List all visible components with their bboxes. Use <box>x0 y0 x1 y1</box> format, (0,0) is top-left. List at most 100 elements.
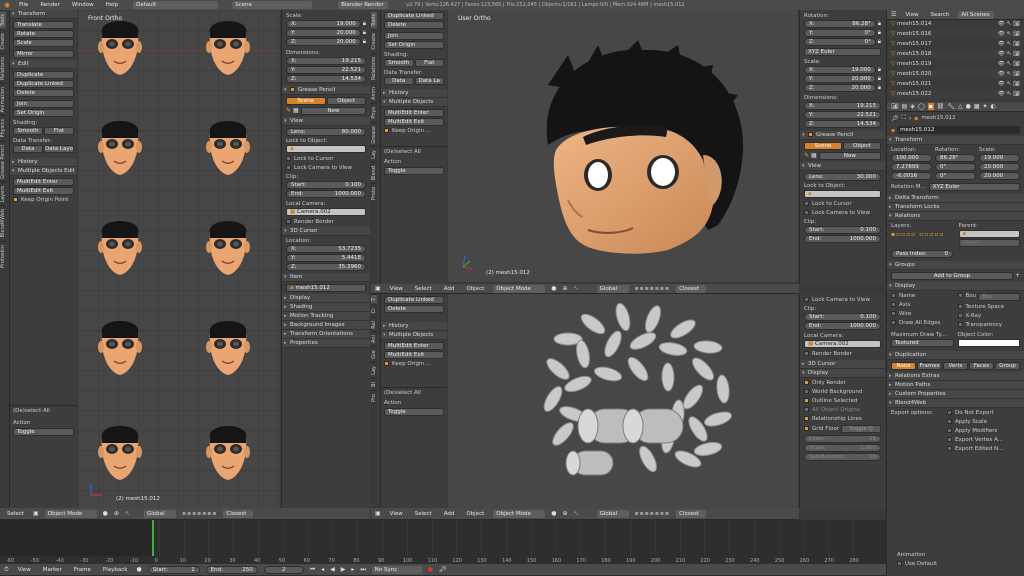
dup-faces-tab[interactable]: Faces <box>969 362 994 370</box>
outline-selected-checkbox[interactable]: Outline Selected <box>804 398 881 404</box>
scale-button[interactable]: Scale <box>13 39 74 47</box>
snap-selector[interactable]: Closest <box>223 509 254 518</box>
snap-selector[interactable]: Closest <box>676 509 707 518</box>
constraints-tab-icon[interactable]: ⛓︎ <box>937 103 945 110</box>
outliner-row[interactable]: ▽ mesh15.019 👁︎ ↖ 📷︎ <box>887 60 1024 68</box>
relationship-lines-checkbox[interactable]: Relationship Lines <box>804 416 881 422</box>
tab-blend4web[interactable]: Blend4Web <box>0 205 6 241</box>
front-viewport[interactable]: Front Ortho (2) mesh15.012 <box>78 10 280 508</box>
tab-protoskin[interactable]: Pro <box>371 389 377 405</box>
tab-blend4web[interactable]: Blend <box>371 162 377 184</box>
physics-tab-icon[interactable]: ◐ <box>991 103 996 110</box>
clip-start-field[interactable]: Start: 0.100 <box>804 226 881 234</box>
pencil-icon[interactable]: ✎ <box>804 152 809 160</box>
dimensions-z-field[interactable]: Z: 14.534 <box>286 75 366 83</box>
visibility-icon[interactable]: 👁︎ ↖ 📷︎ <box>998 80 1020 88</box>
view-type-icon[interactable]: ▣ <box>375 510 381 517</box>
history-panel-title[interactable]: History <box>10 158 77 167</box>
parent-type-dropdown[interactable]: Object <box>958 239 1020 247</box>
motion-paths-panel-title[interactable]: Motion Paths <box>887 381 1024 390</box>
scale-x-field[interactable]: 19.000 <box>979 154 1020 162</box>
lock-icon[interactable]: 🔒︎ <box>878 84 881 92</box>
menu-add[interactable]: Add <box>441 286 458 292</box>
menu-object[interactable]: Object <box>463 511 487 517</box>
data-button[interactable]: Data <box>384 77 414 85</box>
name-checkbox[interactable]: Name <box>891 293 954 299</box>
orientation-selector[interactable]: Global <box>143 509 176 518</box>
jump-end-icon[interactable]: ⏭︎ <box>360 566 365 574</box>
lock-icon[interactable]: 🔒︎ <box>363 20 366 28</box>
auto-key-icon[interactable]: ● <box>428 566 433 573</box>
tab-blend4web[interactable]: Bl <box>371 378 377 390</box>
duplication-panel-title[interactable]: Duplication <box>887 351 1024 360</box>
background-images-panel-title[interactable]: Background Images <box>282 321 370 330</box>
grid-floor-checkbox[interactable]: Grid Floor <box>804 426 839 432</box>
draw-all-edges-checkbox[interactable]: Draw All Edges <box>891 320 954 326</box>
menu-window[interactable]: Window <box>69 2 97 8</box>
lock-icon[interactable]: 🔒︎ <box>878 75 881 83</box>
set-origin-button[interactable]: Set Origin <box>13 109 74 117</box>
manipulator-icon[interactable]: ↖ <box>125 510 130 517</box>
sculpt-viewport[interactable] <box>448 294 798 508</box>
layers-tab-icon[interactable]: ▤ <box>902 103 908 110</box>
transparency-checkbox[interactable]: Transparency <box>957 322 1021 328</box>
lock-icon[interactable]: 🔒︎ <box>878 66 881 74</box>
lens-field[interactable]: Lens: 30.000 <box>804 173 881 181</box>
lock-icon[interactable]: 🔒︎ <box>878 38 881 46</box>
pivot-icon[interactable]: ⊕ <box>114 510 119 517</box>
scale-x-field[interactable]: X: 19.000 <box>804 66 876 74</box>
start-frame-field[interactable]: Start: 1 <box>147 565 200 574</box>
transform-panel-title[interactable]: Transform <box>10 10 77 19</box>
keying-set-icon[interactable]: 🔑︎ <box>439 566 447 573</box>
flat-button[interactable]: Flat <box>414 59 444 67</box>
lock-icon[interactable]: 🔒︎ <box>878 29 881 37</box>
end-frame-field[interactable]: End: 250 <box>205 565 258 574</box>
delete-button[interactable]: Delete <box>384 21 444 29</box>
delete-button[interactable]: Delete <box>384 305 444 313</box>
tab-relations[interactable]: Relations <box>371 52 377 83</box>
gp-new-button[interactable]: New <box>818 152 881 160</box>
tab-relations[interactable]: Relations <box>0 52 6 83</box>
sync-dropdown[interactable]: No Sync <box>371 565 422 574</box>
dimensions-y-field[interactable]: Y: 22.521 <box>286 66 366 74</box>
clip-end-field[interactable]: End: 1000.000 <box>286 190 366 198</box>
multiple-objects-panel-title[interactable]: Multiple Objects <box>381 331 447 340</box>
dimensions-x-field[interactable]: X: 19.215 <box>804 102 881 110</box>
record-icon[interactable]: ● <box>136 566 141 573</box>
outliner-row[interactable]: ▽ mesh15.020 👁︎ ↖ 📷︎ <box>887 70 1024 78</box>
action-dropdown[interactable]: Toggle <box>384 167 444 175</box>
outliner-row[interactable]: ▽ mesh15.014 👁︎ ↖ 📷︎ <box>887 20 1024 28</box>
next-keyframe-icon[interactable]: ▸ <box>351 566 354 573</box>
timeline-marker-menu[interactable]: Marker <box>40 567 65 573</box>
menu-select[interactable]: Select <box>412 511 435 517</box>
outliner-icon[interactable]: ☰ <box>891 11 896 18</box>
multiedit-exit-button[interactable]: MultiEdit Exit <box>13 187 74 195</box>
lock-to-cursor-checkbox[interactable]: Lock to Cursor <box>286 156 366 162</box>
snap-selector[interactable]: Closest <box>676 284 707 293</box>
scene-selector[interactable]: Scene <box>232 1 313 9</box>
relations-extras-panel-title[interactable]: Relations Extras <box>887 372 1024 381</box>
history-panel-title[interactable]: History <box>381 322 447 331</box>
tab-protoskin[interactable]: Proto <box>371 183 377 204</box>
checkbox-icon[interactable] <box>290 87 295 92</box>
add-to-group-button[interactable]: Add to Group <box>891 272 1013 280</box>
visibility-icon[interactable]: 👁︎ ↖ 📷︎ <box>998 40 1020 48</box>
multiedit-exit-button[interactable]: MultiEdit Exit <box>384 118 444 126</box>
dup-verts-tab[interactable]: Verts <box>943 362 968 370</box>
visibility-icon[interactable]: 👁︎ ↖ 📷︎ <box>998 50 1020 58</box>
tab-protoskin[interactable]: Protoskin <box>0 240 6 271</box>
dimensions-y-field[interactable]: Y: 22.521 <box>804 111 881 119</box>
custom-properties-panel-title[interactable]: Custom Properties <box>887 390 1024 399</box>
lock-icon[interactable]: 🔒︎ <box>878 20 881 28</box>
tab-layers[interactable]: Lay <box>371 362 377 379</box>
palette-icon[interactable]: ▦ <box>293 107 299 115</box>
pivot-icon[interactable]: ⊕ <box>563 285 568 292</box>
menu-file[interactable]: File <box>16 2 31 8</box>
menu-view[interactable]: View <box>387 511 406 517</box>
data-layers-button[interactable]: Data La <box>414 77 444 85</box>
apply-scale-checkbox[interactable]: Apply Scale <box>947 419 1020 425</box>
add-icon[interactable]: + <box>1015 272 1020 280</box>
grease-pencil-panel-title[interactable]: Grease Pencil <box>282 86 370 95</box>
tab-tools[interactable]: Tools <box>0 10 6 30</box>
clip-start-field[interactable]: Start: 0.100 <box>286 181 366 189</box>
